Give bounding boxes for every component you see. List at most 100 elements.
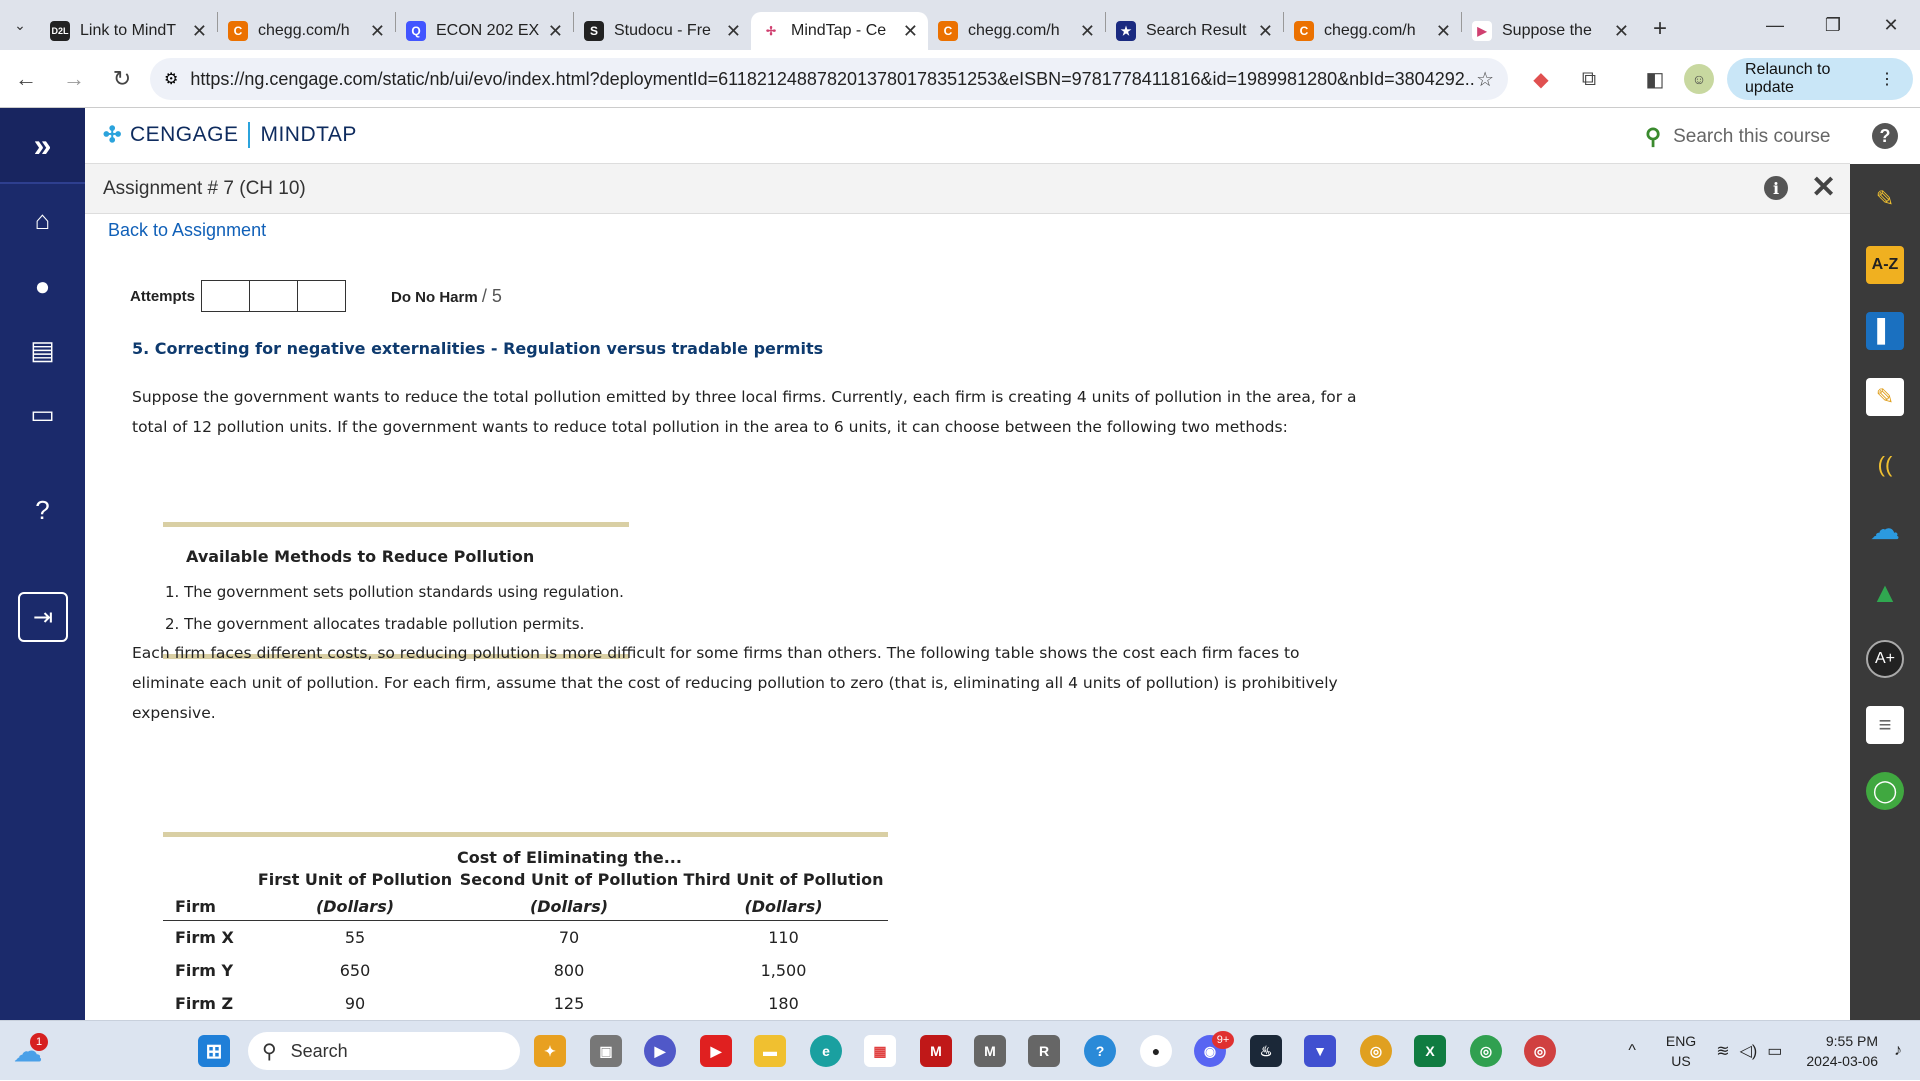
chrome-active-icon[interactable]: ◎ xyxy=(1524,1035,1556,1067)
firm-name: Firm X xyxy=(175,927,234,947)
copilot-icon[interactable]: ✦ xyxy=(534,1035,566,1067)
ebook-icon[interactable]: ▌ xyxy=(1866,312,1904,350)
relaunch-button[interactable]: Relaunch to update ⋮ xyxy=(1727,58,1913,100)
restore-button[interactable]: ❐ xyxy=(1804,0,1862,50)
battery-icon[interactable]: ▭ xyxy=(1767,1041,1782,1061)
tab-close-icon[interactable]: ✕ xyxy=(192,21,207,42)
app-m-icon[interactable]: M xyxy=(974,1035,1006,1067)
search-placeholder: Search this course xyxy=(1673,126,1831,147)
profile-avatar-icon[interactable]: ☺ xyxy=(1684,64,1714,94)
cost-table: Cost of Eliminating the... Firm First Un… xyxy=(163,832,888,1020)
tab-title: chegg.com/h xyxy=(968,22,1060,39)
help-button[interactable]: ? xyxy=(1850,108,1920,164)
exit-icon[interactable]: ⇥ xyxy=(18,592,68,642)
tab-close-icon[interactable]: ✕ xyxy=(370,21,385,42)
back-to-assignment-link[interactable]: Back to Assignment xyxy=(108,220,266,241)
browser-tab[interactable]: Cchegg.com/h ✕ xyxy=(1284,12,1461,50)
windows-start-icon[interactable]: ⊞ xyxy=(198,1035,230,1067)
cost-cell: 1,500 xyxy=(760,960,807,980)
tab-close-icon[interactable]: ✕ xyxy=(1436,21,1451,42)
tab-close-icon[interactable]: ✕ xyxy=(1080,21,1095,42)
file-explorer-icon[interactable]: ▬ xyxy=(754,1035,786,1067)
tab-close-icon[interactable]: ✕ xyxy=(726,21,741,42)
pencil-icon[interactable]: ✎ xyxy=(1866,180,1904,218)
browser-tab[interactable]: D2L Link to MindT ✕ xyxy=(40,12,217,50)
account-icon[interactable]: ● xyxy=(0,266,85,306)
omnibox[interactable]: ⚙ https://ng.cengage.com/static/nb/ui/ev… xyxy=(150,58,1508,100)
app-r-icon[interactable]: R xyxy=(1028,1035,1060,1067)
cengage-mindtap-logo[interactable]: ✣ CENGAGE MINDTAP xyxy=(103,122,357,148)
more-menu-icon[interactable]: ⋮ xyxy=(1879,69,1895,89)
extension-icon[interactable]: ◆ xyxy=(1526,64,1556,94)
browser-tab[interactable]: S Studocu - Fre ✕ xyxy=(574,12,751,50)
steam-icon[interactable]: ♨ xyxy=(1250,1035,1282,1067)
chrome-icon[interactable]: ◎ xyxy=(1360,1035,1392,1067)
course-search[interactable]: ⚲ Search this course xyxy=(1645,124,1830,150)
glossary-az-icon[interactable]: A-Z xyxy=(1866,246,1904,284)
vpn-icon[interactable]: ▼ xyxy=(1304,1035,1336,1067)
chrome-profile-icon[interactable]: ◎ xyxy=(1470,1035,1502,1067)
back-nav-button[interactable]: ← xyxy=(4,57,48,101)
unit-header: (Dollars) xyxy=(459,892,679,921)
close-assignment-icon[interactable]: ✕ xyxy=(1811,170,1836,205)
notebook-icon[interactable]: ≡ xyxy=(1866,706,1904,744)
tab-search-dropdown[interactable]: ⌄ xyxy=(0,0,40,50)
reload-button[interactable]: ↻ xyxy=(100,57,144,101)
dnh-label: Do No Harm xyxy=(391,289,478,306)
extensions-puzzle-icon[interactable]: ⧉ xyxy=(1574,64,1604,94)
edge-icon[interactable]: e xyxy=(810,1035,842,1067)
home-icon[interactable]: ⌂ xyxy=(0,200,85,240)
side-panel-icon[interactable]: ◧ xyxy=(1640,64,1670,94)
tab-close-icon[interactable]: ✕ xyxy=(1614,21,1629,42)
store-icon[interactable]: ▦ xyxy=(864,1035,896,1067)
question-title: 5. Correcting for negative externalities… xyxy=(132,339,824,358)
browser-tab[interactable]: Cchegg.com/h ✕ xyxy=(218,12,395,50)
help-app-icon[interactable]: ? xyxy=(1084,1035,1116,1067)
browser-tab[interactable]: Cchegg.com/h ✕ xyxy=(928,12,1105,50)
browser-tab[interactable]: ★ Search Result ✕ xyxy=(1106,12,1283,50)
taskbar-search[interactable]: ⚲ Search xyxy=(248,1032,520,1070)
assignment-title: Assignment # 7 (CH 10) xyxy=(103,178,306,199)
tab-close-icon[interactable]: ✕ xyxy=(903,21,918,42)
wifi-icon[interactable]: ≋ xyxy=(1716,1041,1729,1061)
notification-bell-icon[interactable]: ♪ xyxy=(1894,1042,1902,1060)
progress-icon[interactable]: ◯ xyxy=(1866,772,1904,810)
browser-tab[interactable]: ✢ MindTap - Ce ✕ xyxy=(751,12,928,50)
info-icon[interactable]: i xyxy=(1764,176,1788,200)
help-icon[interactable]: ? xyxy=(0,490,85,530)
play-icon: ▶ xyxy=(1472,21,1492,41)
attempt-box xyxy=(297,280,347,312)
new-tab-button[interactable]: + xyxy=(1653,15,1667,43)
volume-icon[interactable]: ◁) xyxy=(1740,1041,1758,1061)
google-drive-icon[interactable]: ▲ xyxy=(1866,574,1904,612)
notes-list-icon[interactable]: ▤ xyxy=(0,330,85,370)
onedrive-icon[interactable]: ☁ xyxy=(1866,510,1904,548)
minimize-button[interactable]: — xyxy=(1746,0,1804,50)
close-window-button[interactable]: ✕ xyxy=(1862,0,1920,50)
expand-sidebar-icon[interactable]: » xyxy=(0,108,85,184)
tray-overflow-icon[interactable]: ^ xyxy=(1628,1042,1636,1060)
bookmark-star-icon[interactable]: ☆ xyxy=(1476,67,1494,92)
url-text[interactable]: https://ng.cengage.com/static/nb/ui/evo/… xyxy=(190,69,1476,90)
task-view-icon[interactable]: ▣ xyxy=(590,1035,622,1067)
cost-cell: 110 xyxy=(768,927,799,947)
browser-tab[interactable]: Q ECON 202 EX ✕ xyxy=(396,12,573,50)
app-dots-icon[interactable]: ● xyxy=(1140,1035,1172,1067)
tab-close-icon[interactable]: ✕ xyxy=(1258,21,1273,42)
teams-icon[interactable]: ▶ xyxy=(644,1035,676,1067)
forward-nav-button[interactable]: → xyxy=(52,57,96,101)
aplia-icon[interactable]: A+ xyxy=(1866,640,1904,678)
readspeaker-icon[interactable]: (( xyxy=(1866,446,1904,484)
clock[interactable]: 9:55 PM 2024-03-06 xyxy=(1806,1031,1878,1071)
tab-close-icon[interactable]: ✕ xyxy=(548,21,563,42)
youtube-icon[interactable]: ▶ xyxy=(700,1035,732,1067)
mcafee-icon[interactable]: M xyxy=(920,1035,952,1067)
system-tray: ^ ENG US ≋ ◁) ▭ 9:55 PM 2024-03-06 ♪ xyxy=(1628,1021,1920,1081)
unit-header: (Dollars) xyxy=(251,892,459,921)
notes-icon[interactable]: ✎ xyxy=(1866,378,1904,416)
language-indicator[interactable]: ENG US xyxy=(1666,1031,1696,1071)
gradebook-icon[interactable]: ▭ xyxy=(0,394,85,434)
excel-icon[interactable]: X xyxy=(1414,1035,1446,1067)
site-info-icon[interactable]: ⚙ xyxy=(164,69,178,89)
browser-tab[interactable]: ▶ Suppose the ✕ xyxy=(1462,12,1639,50)
